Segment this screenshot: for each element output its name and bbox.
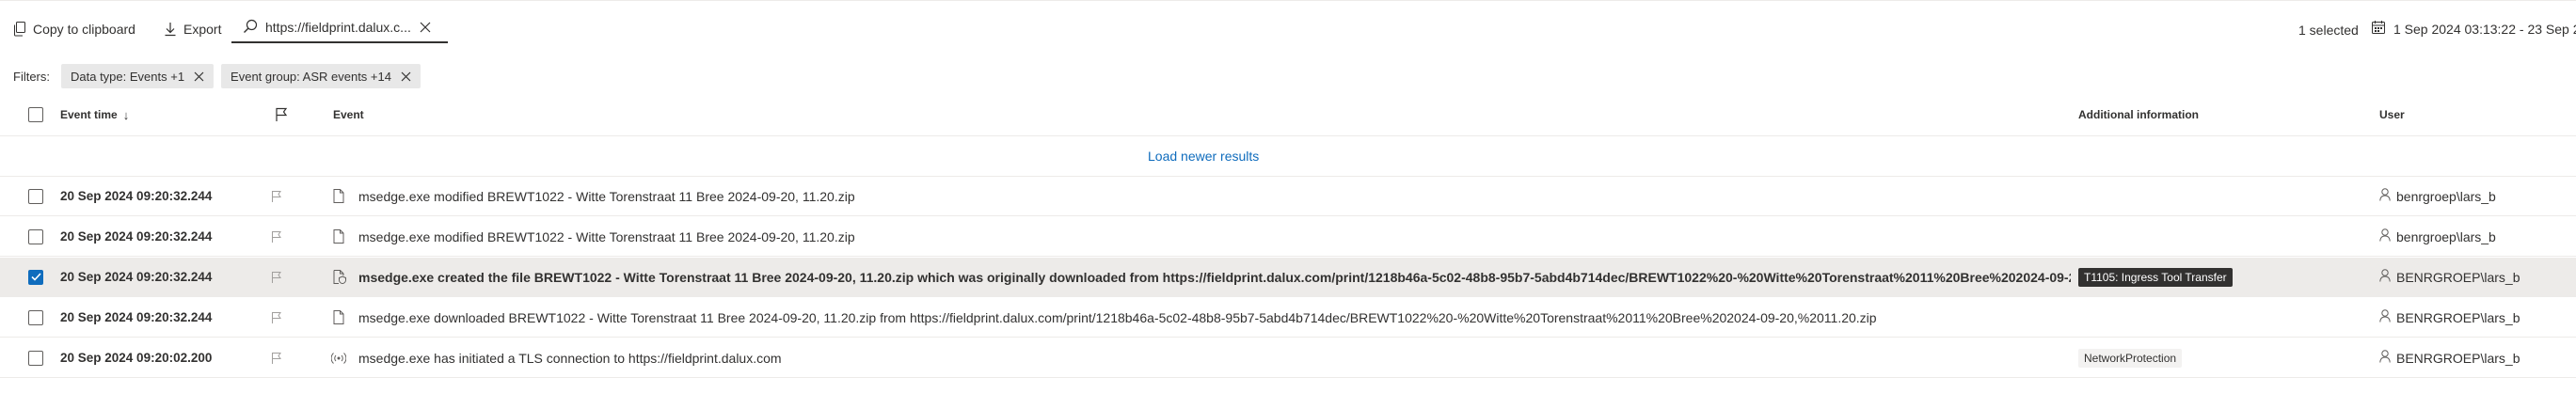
remove-filter-icon[interactable] xyxy=(194,71,204,82)
event-time: 20 Sep 2024 09:20:32.244 xyxy=(60,310,213,324)
user-name: benrgroep\lars_b xyxy=(2396,188,2496,204)
load-newer-results-link[interactable]: Load newer results xyxy=(1148,149,1259,164)
user-name: BENRGROEP\lars_b xyxy=(2396,309,2520,325)
file-icon xyxy=(333,298,344,337)
file-icon xyxy=(333,177,344,215)
download-icon xyxy=(164,22,177,37)
event-time: 20 Sep 2024 09:20:32.244 xyxy=(60,270,213,284)
export-button[interactable]: Export xyxy=(164,17,221,41)
event-description: msedge.exe created the file BREWT1022 - … xyxy=(358,269,2071,285)
search-box xyxy=(231,13,448,43)
column-label: Event time xyxy=(60,108,118,121)
column-header-additional-info[interactable]: Additional information xyxy=(2078,94,2199,135)
user-name: BENRGROEP\lars_b xyxy=(2396,269,2520,285)
flag-icon[interactable] xyxy=(271,298,282,337)
column-header-event-time[interactable]: Event time ↓ xyxy=(60,94,129,135)
filters-label: Filters: xyxy=(13,69,50,84)
event-description: msedge.exe downloaded BREWT1022 - Witte … xyxy=(358,309,1877,325)
flag-icon[interactable] xyxy=(271,177,282,215)
user-icon xyxy=(2379,350,2391,366)
event-description: msedge.exe modified BREWT1022 - Witte To… xyxy=(358,228,855,244)
checkmark-icon xyxy=(30,273,41,281)
load-newer-row: Load newer results xyxy=(0,136,2576,177)
row-checkbox[interactable] xyxy=(28,269,43,285)
column-header-user[interactable]: User xyxy=(2379,94,2405,135)
search-input[interactable] xyxy=(265,20,412,35)
search-icon xyxy=(243,19,258,37)
file-icon xyxy=(333,217,344,256)
user-cell[interactable]: benrgroep\lars_b xyxy=(2379,217,2496,256)
table-header: Event time ↓ Event Additional informatio… xyxy=(0,94,2576,136)
flag-icon[interactable] xyxy=(271,217,282,256)
select-all-checkbox[interactable] xyxy=(28,94,43,135)
date-range-picker[interactable]: 1 Sep 2024 03:13:22 - 23 Sep 2 xyxy=(2371,20,2576,38)
user-icon xyxy=(2379,309,2391,325)
user-cell[interactable]: BENRGROEP\lars_b xyxy=(2379,298,2520,337)
user-cell[interactable]: benrgroep\lars_b xyxy=(2379,177,2496,215)
filter-chip-data-type[interactable]: Data type: Events +1 xyxy=(61,64,215,88)
network-protection-badge[interactable]: NetworkProtection xyxy=(2078,338,2183,377)
filter-chip-label: Data type: Events +1 xyxy=(71,69,185,84)
user-cell[interactable]: BENRGROEP\lars_b xyxy=(2379,258,2520,296)
badge-label: NetworkProtection xyxy=(2078,348,2183,368)
table-row-selected[interactable]: 20 Sep 2024 09:20:32.244 msedge.exe crea… xyxy=(0,258,2576,297)
badge-label: T1105: Ingress Tool Transfer xyxy=(2078,267,2233,287)
copy-to-clipboard-button[interactable]: Copy to clipboard xyxy=(13,17,135,41)
flag-column-icon[interactable] xyxy=(275,94,288,135)
column-label: Additional information xyxy=(2078,108,2199,121)
mitre-technique-badge[interactable]: T1105: Ingress Tool Transfer xyxy=(2078,258,2233,296)
calendar-icon xyxy=(2371,20,2386,38)
event-time: 20 Sep 2024 09:20:32.244 xyxy=(60,229,213,244)
row-checkbox[interactable] xyxy=(28,188,43,204)
table-row[interactable]: 20 Sep 2024 09:20:32.244 msedge.exe modi… xyxy=(0,177,2576,216)
flag-icon[interactable] xyxy=(271,258,282,296)
table-row[interactable]: 20 Sep 2024 09:20:32.244 msedge.exe down… xyxy=(0,298,2576,338)
network-icon xyxy=(331,338,346,377)
user-icon xyxy=(2379,269,2391,285)
sort-descending-icon: ↓ xyxy=(122,107,130,122)
file-shield-icon xyxy=(333,258,346,296)
row-checkbox[interactable] xyxy=(28,228,43,244)
row-checkbox[interactable] xyxy=(28,350,43,366)
user-name: BENRGROEP\lars_b xyxy=(2396,350,2520,366)
filters-bar: Filters: Data type: Events +1 Event grou… xyxy=(13,64,421,88)
event-description: msedge.exe modified BREWT1022 - Witte To… xyxy=(358,188,855,204)
user-cell[interactable]: BENRGROEP\lars_b xyxy=(2379,338,2520,377)
table-row[interactable]: 20 Sep 2024 09:20:02.200 msedge.exe has … xyxy=(0,338,2576,378)
table-row[interactable]: 20 Sep 2024 09:20:32.244 msedge.exe modi… xyxy=(0,217,2576,257)
copy-icon xyxy=(13,22,26,37)
top-divider xyxy=(0,0,2576,1)
event-description: msedge.exe has initiated a TLS connectio… xyxy=(358,350,782,366)
column-label: User xyxy=(2379,108,2405,121)
flag-icon[interactable] xyxy=(271,338,282,377)
export-label: Export xyxy=(183,22,222,37)
user-name: benrgroep\lars_b xyxy=(2396,228,2496,244)
user-icon xyxy=(2379,188,2391,204)
event-time: 20 Sep 2024 09:20:32.244 xyxy=(60,189,213,203)
remove-filter-icon[interactable] xyxy=(401,71,411,82)
checkbox[interactable] xyxy=(28,107,43,122)
copy-label: Copy to clipboard xyxy=(33,22,135,37)
filter-chip-event-group[interactable]: Event group: ASR events +14 xyxy=(221,64,421,88)
clear-search-icon[interactable] xyxy=(420,22,431,33)
selected-count: 1 selected xyxy=(2298,23,2359,38)
date-range-label: 1 Sep 2024 03:13:22 - 23 Sep 2 xyxy=(2393,21,2576,37)
toolbar: Copy to clipboard Export 1 selected 1 Se… xyxy=(0,11,2576,49)
filter-chip-label: Event group: ASR events +14 xyxy=(231,69,391,84)
row-checkbox[interactable] xyxy=(28,309,43,325)
event-time: 20 Sep 2024 09:20:02.200 xyxy=(60,351,213,365)
user-icon xyxy=(2379,228,2391,244)
column-header-event[interactable]: Event xyxy=(333,94,364,135)
column-label: Event xyxy=(333,108,364,121)
